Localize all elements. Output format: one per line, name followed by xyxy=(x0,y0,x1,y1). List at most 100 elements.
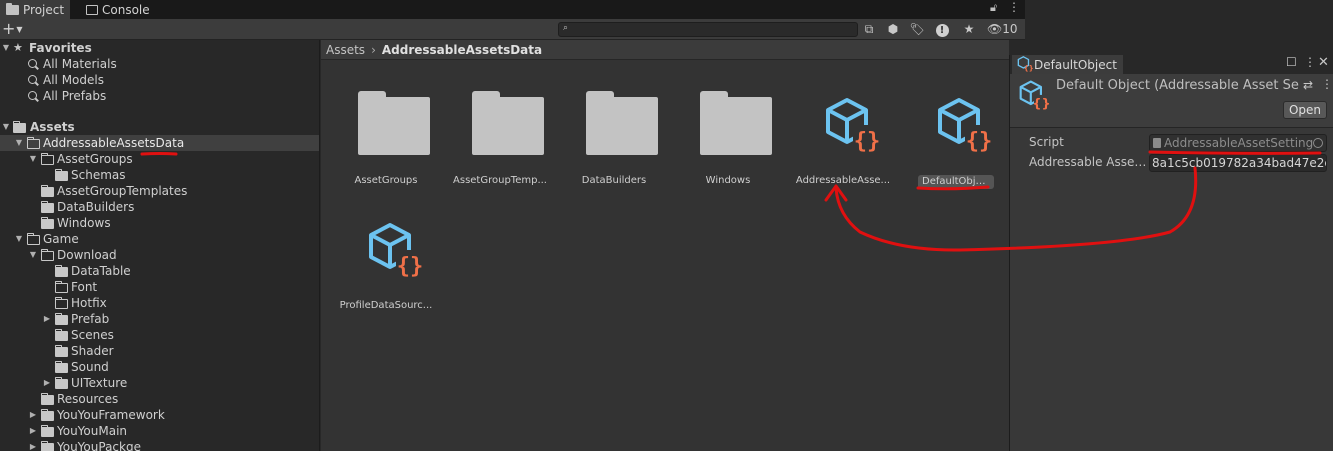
tree-label: Hotfix xyxy=(71,296,107,310)
addressable-guid-field[interactable]: 8a1c5cb019782a34bad47e2e xyxy=(1149,154,1327,172)
tree-item-youyoupackge[interactable]: ▶ YouYouPackge xyxy=(0,439,319,451)
add-label: + xyxy=(2,19,16,38)
search-icon xyxy=(28,59,37,68)
settings-sliders-icon[interactable]: ⇄ xyxy=(1303,78,1313,92)
filter-by-label-icon[interactable]: 🏷︎ xyxy=(908,21,926,38)
lock-icon[interactable]: 🔓︎ xyxy=(990,1,997,15)
expand-arrow-icon[interactable]: ▼ xyxy=(14,135,24,151)
dropdown-arrow-icon: ▼ xyxy=(16,25,23,34)
asset-tile-scriptable-object[interactable]: {} AddressableAsse... xyxy=(787,87,899,197)
collapse-arrow-icon[interactable]: ▶ xyxy=(42,375,52,391)
prop-label-addressable-asset: Addressable Asset... xyxy=(1029,155,1149,169)
folder-icon xyxy=(41,185,54,197)
svg-text:{}: {} xyxy=(854,129,881,154)
tree-item-datatable[interactable]: DataTable xyxy=(0,263,319,279)
tree-item-prefab[interactable]: ▶ Prefab xyxy=(0,311,319,327)
maximize-icon[interactable]: ☐ xyxy=(1286,55,1297,69)
tree-item-schemas[interactable]: Schemas xyxy=(0,167,319,183)
tree-item-assets[interactable]: ▼ Assets xyxy=(0,119,319,135)
favorite-star-icon[interactable]: ★ xyxy=(960,21,978,38)
expand-arrow-icon[interactable]: ▼ xyxy=(1,40,11,56)
tree-item-scenes[interactable]: Scenes xyxy=(0,327,319,343)
tree-label: UITexture xyxy=(71,376,128,390)
breadcrumb-current[interactable]: AddressableAssetsData xyxy=(382,43,542,57)
tree-item-hotfix[interactable]: Hotfix xyxy=(0,295,319,311)
tab-label: DefaultObject xyxy=(1034,57,1117,72)
search-input[interactable]: ⌕ xyxy=(558,22,858,37)
scriptable-object-icon: {} xyxy=(1017,56,1033,72)
open-button[interactable]: Open xyxy=(1283,101,1327,119)
tree-item-uitexture[interactable]: ▶ UITexture xyxy=(0,375,319,391)
tree-item-addressableassetsdata[interactable]: ▼ AddressableAssetsData xyxy=(0,135,319,151)
expand-arrow-icon[interactable]: ▼ xyxy=(14,231,24,247)
tree-label: Font xyxy=(71,280,98,294)
kebab-menu-icon[interactable]: ⋮ xyxy=(1321,77,1333,91)
asset-tile-scriptable-object[interactable]: {} ProfileDataSourc... xyxy=(330,212,442,322)
asset-tile-folder[interactable]: AssetGroups xyxy=(330,87,442,197)
guid-value: 8a1c5cb019782a34bad47e2e xyxy=(1152,156,1327,170)
tree-item-sound[interactable]: Sound xyxy=(0,359,319,375)
tree-label: Prefab xyxy=(71,312,110,326)
search-by-type-icon[interactable]: ⧉ xyxy=(860,21,878,38)
script-file-icon xyxy=(1153,138,1161,148)
tree-item-game[interactable]: ▼ Game xyxy=(0,231,319,247)
tree-item-favorites[interactable]: ▼ ★ Favorites xyxy=(0,40,319,56)
asset-tile-scriptable-object-selected[interactable]: {} DefaultObject xyxy=(899,87,1011,197)
hidden-packages-toggle[interactable]: 👁︎10 xyxy=(987,21,1018,38)
kebab-menu-icon[interactable]: ⋮ xyxy=(1008,0,1020,14)
eye-icon: 👁︎ xyxy=(987,22,1003,36)
asset-tile-folder[interactable]: AssetGroupTemp... xyxy=(444,87,556,197)
collapse-arrow-icon[interactable]: ▶ xyxy=(42,311,52,327)
scriptable-object-icon: {} xyxy=(1019,80,1050,112)
console-icon xyxy=(86,4,98,15)
tree-item-youyoumain[interactable]: ▶ YouYouMain xyxy=(0,423,319,439)
svg-text:{}: {} xyxy=(1032,97,1050,112)
tab-project[interactable]: Project xyxy=(0,0,71,19)
chevron-right-icon: › xyxy=(371,42,376,57)
folder-icon xyxy=(13,121,26,133)
tree-label: YouYouMain xyxy=(57,424,128,438)
tree-item-favorite[interactable]: All Materials xyxy=(0,56,319,72)
asset-tile-folder[interactable]: Windows xyxy=(672,87,784,197)
svg-text:{}: {} xyxy=(397,254,424,279)
log-filter-icon[interactable]: ! xyxy=(933,21,951,38)
tree-item-favorite[interactable]: All Prefabs xyxy=(0,88,319,104)
tree-item-resources[interactable]: Resources xyxy=(0,391,319,407)
folder-icon xyxy=(55,265,68,277)
tree-item-assetgroups[interactable]: ▼ AssetGroups xyxy=(0,151,319,167)
svg-text:{}: {} xyxy=(966,129,993,154)
asset-tile-folder[interactable]: DataBuilders xyxy=(558,87,670,197)
folder-icon xyxy=(55,329,68,341)
expand-arrow-icon[interactable]: ▼ xyxy=(28,151,38,167)
breadcrumb: Assets › AddressableAssetsData xyxy=(321,40,1009,60)
close-icon[interactable]: ✕ xyxy=(1318,55,1329,70)
tree-item-windows[interactable]: Windows xyxy=(0,215,319,231)
folder-icon xyxy=(55,361,68,373)
folder-icon xyxy=(55,345,68,357)
tree-item-shader[interactable]: Shader xyxy=(0,343,319,359)
expand-arrow-icon[interactable]: ▼ xyxy=(28,247,38,263)
project-toolbar: +▼ ⌕ ⧉ ⬢ 🏷︎ ! ★ 👁︎10 xyxy=(0,19,1025,40)
tab-console[interactable]: Console xyxy=(80,0,156,19)
collapse-arrow-icon[interactable]: ▶ xyxy=(28,407,38,423)
tab-defaultobject[interactable]: {} DefaultObject xyxy=(1012,55,1123,74)
tree-item-databuilders[interactable]: DataBuilders xyxy=(0,199,319,215)
tree-item-assetgrouptemplates[interactable]: AssetGroupTemplates xyxy=(0,183,319,199)
collapse-arrow-icon[interactable]: ▶ xyxy=(28,423,38,439)
add-button[interactable]: +▼ xyxy=(2,19,23,38)
tree-item-youyouframework[interactable]: ▶ YouYouFramework xyxy=(0,407,319,423)
filter-by-type-icon[interactable]: ⬢ xyxy=(884,21,902,38)
project-tree: ▼ ★ Favorites All Materials All Models A… xyxy=(0,40,320,451)
window-tabbar: Project Console 🔓︎ ⋮ xyxy=(0,0,1025,19)
breadcrumb-assets[interactable]: Assets xyxy=(326,43,365,57)
asset-label: AddressableAsse... xyxy=(795,175,891,186)
expand-arrow-icon[interactable]: ▼ xyxy=(1,119,11,135)
object-picker-icon[interactable] xyxy=(1313,138,1323,148)
kebab-menu-icon[interactable]: ⋮ xyxy=(1304,55,1316,69)
collapse-arrow-icon[interactable]: ▶ xyxy=(28,439,38,451)
tree-item-download[interactable]: ▼ Download xyxy=(0,247,319,263)
scriptable-object-icon: {} xyxy=(938,98,993,154)
tree-item-favorite[interactable]: All Models xyxy=(0,72,319,88)
tree-item-font[interactable]: Font xyxy=(0,279,319,295)
tree-label: Assets xyxy=(30,120,75,134)
